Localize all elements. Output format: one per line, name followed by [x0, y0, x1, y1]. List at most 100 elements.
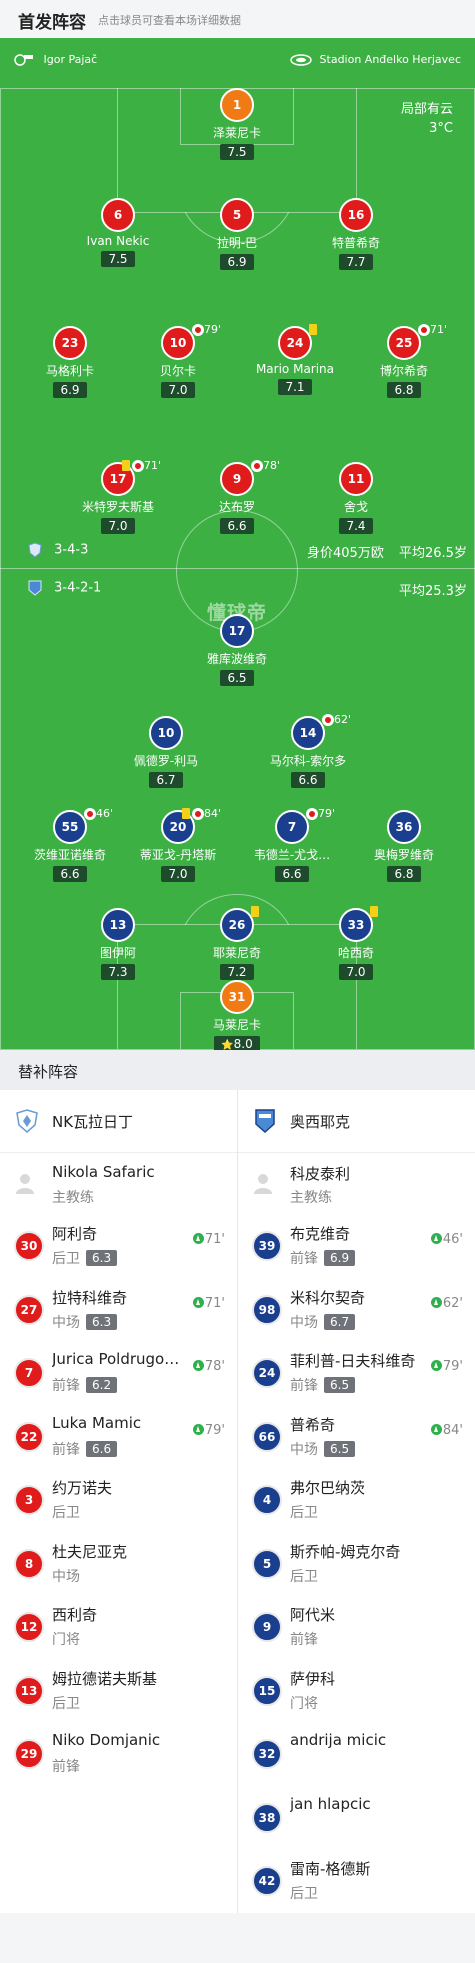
- player-name: 哈西奇: [337, 946, 374, 960]
- player-name: 达布罗: [218, 500, 255, 514]
- away-coach[interactable]: 科皮泰利 主教练: [238, 1153, 475, 1215]
- away-sub-row[interactable]: 32 andrija micic: [238, 1723, 475, 1787]
- away-sub-row[interactable]: 66 普希奇 中场 6.5 84': [238, 1406, 475, 1470]
- away-player[interactable]: 31 马莱尼卡 ⭐8.0: [177, 980, 297, 1050]
- yellow-card-icon: [309, 324, 317, 335]
- home-coach-role: 主教练: [52, 1190, 94, 1206]
- player-rating: ⭐8.0: [214, 1036, 260, 1050]
- away-player[interactable]: 20 84' 蒂亚戈-丹塔斯 7.0: [118, 807, 238, 882]
- home-sub-row[interactable]: 12 西利奇 门将: [0, 1596, 237, 1660]
- away-sub-row[interactable]: 42 雷南-格德斯 后卫: [238, 1850, 475, 1914]
- player-number: 16: [339, 198, 373, 232]
- player-rating: 7.5: [101, 251, 135, 267]
- away-sub-row[interactable]: 5 斯乔帕-姆克尔奇 后卫: [238, 1533, 475, 1597]
- home-sub-row[interactable]: 30 阿利奇 后卫 6.3 71': [0, 1215, 237, 1279]
- home-player[interactable]: 11 舍戈 7.4: [296, 462, 416, 534]
- home-sub-row[interactable]: 3 约万诺夫 后卫: [0, 1469, 237, 1533]
- player-rating-value: 6.8: [394, 867, 414, 881]
- away-subs-column: 奥西耶克 科皮泰利 主教练 39 布克维奇 前锋 6.9 46' 98 米科尔契奇 中场 6.7…: [238, 1090, 475, 1914]
- sub-name: 拉特科维奇: [52, 1288, 128, 1307]
- away-player[interactable]: 10 佩德罗-利马 6.7: [106, 716, 226, 788]
- sub-rating: 6.2: [86, 1377, 118, 1393]
- player-number: 24: [278, 326, 312, 360]
- sub-on-icon: [192, 1296, 204, 1308]
- sub-on-icon: [192, 1360, 204, 1371]
- away-sub-row[interactable]: 15 萨伊科 门将: [238, 1660, 475, 1724]
- away-sub-row[interactable]: 98 米科尔契奇 中场 6.7 62': [238, 1279, 475, 1343]
- away-player[interactable]: 33 哈西奇 7.0: [296, 906, 416, 980]
- away-player[interactable]: 14 62' 马尔科-索尔多 6.6: [248, 713, 368, 788]
- sub-position-text: 门将: [290, 1695, 318, 1712]
- sub-name: 西利奇: [52, 1606, 98, 1624]
- home-player[interactable]: 10 79' 贝尔卡 7.0: [118, 323, 238, 398]
- sub-number: 4: [252, 1485, 282, 1515]
- player-rating-value: 7.0: [168, 867, 188, 881]
- player-number: 13: [101, 908, 135, 942]
- weather-temperature: 3°C: [429, 121, 453, 136]
- stadium: Stadion Anđelko Herjavec: [290, 53, 461, 66]
- player-name: 韦德兰-尤戈…: [253, 848, 331, 862]
- sub-position: 后卫 6.3: [52, 1248, 118, 1268]
- home-player[interactable]: 6 Ivan Nekic 7.5: [58, 198, 178, 267]
- sub-position: 中场 6.7: [290, 1312, 356, 1332]
- sub-off-event: 78': [251, 459, 280, 472]
- home-sub-row[interactable]: 8 杜夫尼亚克 中场: [0, 1533, 237, 1597]
- player-name: 拉明-巴: [216, 236, 258, 250]
- sub-off-minute: 71': [144, 459, 162, 472]
- away-subs-list: 39 布克维奇 前锋 6.9 46' 98 米科尔契奇 中场 6.7 62' 24 菲利普-日夫科维奇…: [238, 1215, 475, 1914]
- weather-condition: 局部有云: [400, 102, 453, 117]
- sub-position: 后卫: [52, 1502, 80, 1522]
- away-player[interactable]: 26 耶莱尼奇 7.2: [177, 906, 297, 980]
- home-sub-row[interactable]: 29 Niko Domjanic 前锋: [0, 1723, 237, 1787]
- away-player[interactable]: 7 79' 韦德兰-尤戈… 6.6: [232, 807, 352, 882]
- player-rating-value: 6.9: [60, 383, 80, 397]
- sub-on-icon: [192, 1423, 204, 1435]
- home-player[interactable]: 16 特普希奇 7.7: [296, 198, 416, 270]
- away-sub-row[interactable]: 4 弗尔巴纳茨 后卫: [238, 1469, 475, 1533]
- sub-off-icon: [322, 714, 334, 726]
- home-coach[interactable]: Nikola Safaric 主教练: [0, 1153, 237, 1215]
- away-subs-team[interactable]: 奥西耶克: [238, 1090, 475, 1153]
- player-rating-value: 6.6: [227, 519, 247, 533]
- sub-position-text: 后卫: [52, 1695, 80, 1712]
- away-player[interactable]: 55 46' 茨维亚诺维奇 6.6: [10, 807, 130, 882]
- home-sub-row[interactable]: 7 Jurica Poldrugovac 前锋 6.2 78': [0, 1342, 237, 1406]
- sub-name: 菲利普-日夫科维奇: [290, 1352, 416, 1370]
- away-sub-row[interactable]: 38 jan hlapcic: [238, 1787, 475, 1851]
- away-team-crest-icon: [28, 580, 42, 596]
- lineup-header: 首发阵容 点击球员可查看本场详细数据: [0, 0, 475, 38]
- home-player[interactable]: 23 马格利卡 6.9: [10, 326, 130, 398]
- home-subs-team[interactable]: NK瓦拉日丁: [0, 1090, 237, 1153]
- away-sub-row[interactable]: 24 菲利普-日夫科维奇 前锋 6.5 79': [238, 1342, 475, 1406]
- sub-rating: 6.5: [324, 1440, 356, 1457]
- away-team-crest-icon: [255, 1109, 275, 1133]
- away-sub-row[interactable]: 39 布克维奇 前锋 6.9 46': [238, 1215, 475, 1279]
- sub-position: 后卫: [290, 1883, 318, 1903]
- home-player[interactable]: 9 78' 达布罗 6.6: [177, 459, 297, 534]
- away-player[interactable]: 36 奥梅罗维奇 6.8: [344, 810, 464, 882]
- away-player[interactable]: 17 雅库波维奇 6.5: [177, 614, 297, 686]
- home-player[interactable]: 24 Mario Marina 7.1: [235, 324, 355, 395]
- home-sub-row[interactable]: 13 姆拉德诺夫斯基 后卫: [0, 1660, 237, 1724]
- sub-off-event: 71': [132, 459, 161, 472]
- home-sub-row[interactable]: 22 Luka Mamic 前锋 6.6 79': [0, 1406, 237, 1470]
- home-player[interactable]: 5 拉明-巴 6.9: [177, 198, 297, 270]
- home-player[interactable]: 17 71' 米特罗夫斯基 7.0: [58, 459, 178, 534]
- player-name: 马尔科-索尔多: [269, 754, 347, 768]
- home-sub-row[interactable]: 27 拉特科维奇 中场 6.3 71': [0, 1279, 237, 1343]
- sub-on-minute: 79': [204, 1422, 225, 1438]
- player-number: 33: [339, 908, 373, 942]
- sub-rating: 6.9: [324, 1250, 356, 1266]
- sub-number: 39: [252, 1231, 282, 1261]
- player-number: 26: [220, 908, 254, 942]
- player-number: 10: [149, 716, 183, 750]
- sub-position-text: 后卫: [52, 1505, 80, 1521]
- player-number: 36: [387, 810, 421, 844]
- player-number: 31: [220, 980, 254, 1014]
- home-player[interactable]: 1 泽莱尼卡 7.5: [177, 88, 297, 160]
- home-player[interactable]: 25 71' 博尔希奇 6.8: [344, 323, 464, 398]
- away-sub-row[interactable]: 9 阿代米 前锋: [238, 1596, 475, 1660]
- home-coach-name: Nikola Safaric: [52, 1163, 155, 1181]
- away-player[interactable]: 13 图伊阿 7.3: [58, 908, 178, 980]
- sub-off-minute: 71': [430, 323, 448, 336]
